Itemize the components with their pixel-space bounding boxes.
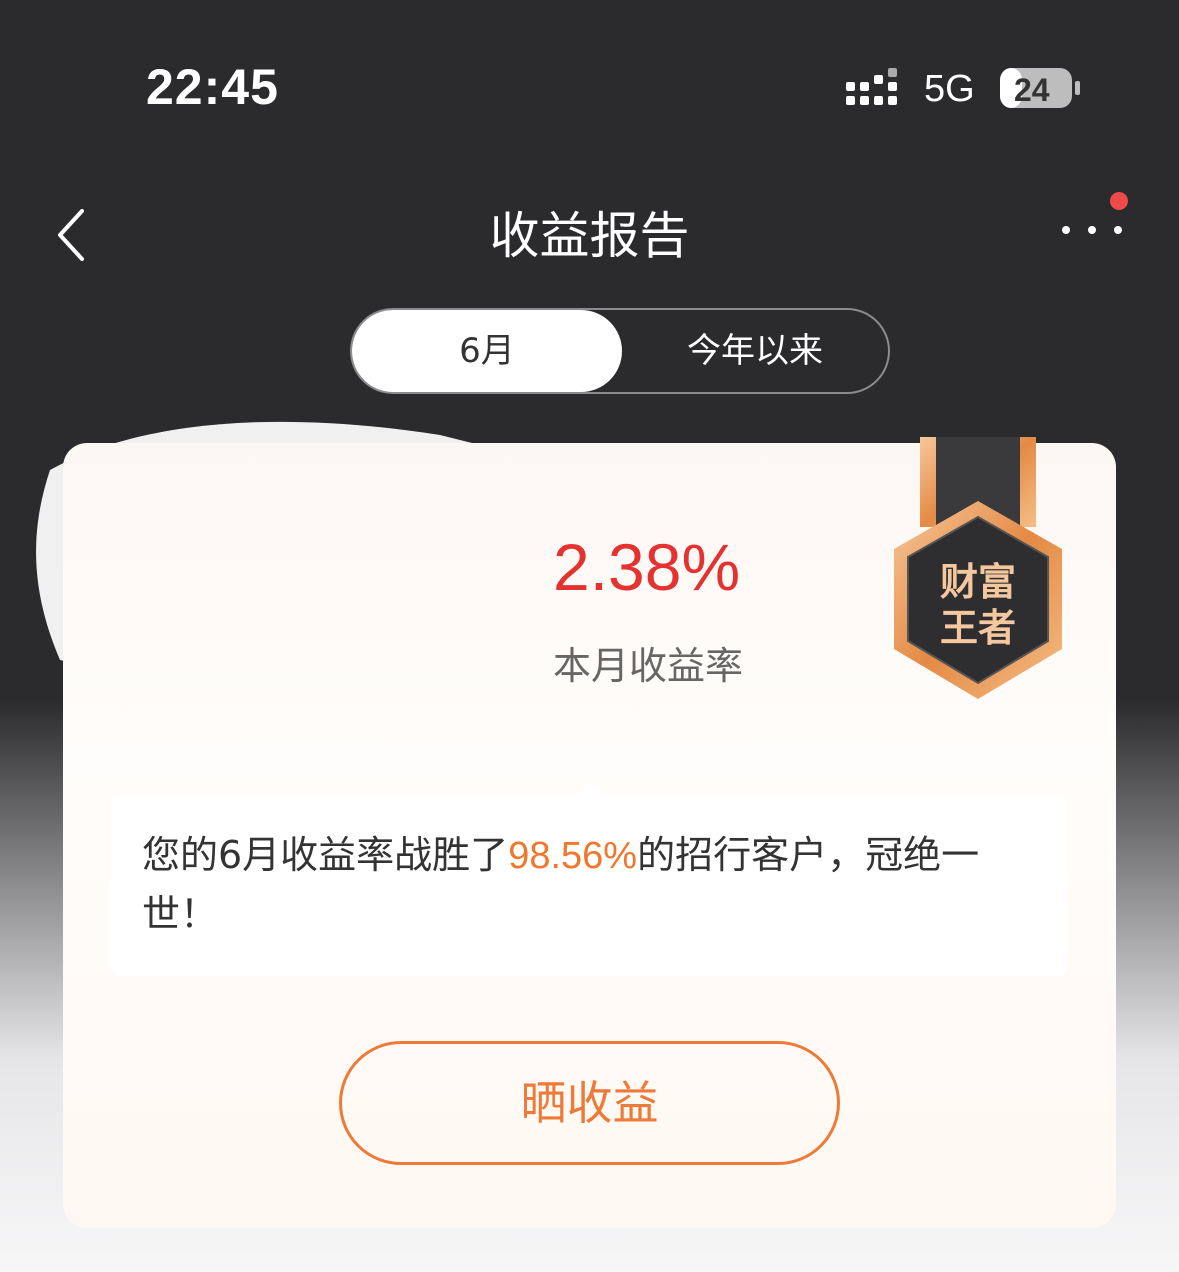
monthly-return-rate-label: 本月收益率 [553,644,744,688]
network-type: 5G [924,68,975,110]
nav-bar: 收益报告 [0,170,1179,290]
share-earnings-button[interactable]: 晒收益 [339,1041,840,1165]
more-dots-icon[interactable] [1056,218,1128,242]
status-bar: 22:45 5G 24 [0,0,1179,170]
tab-june[interactable]: 6月 [352,310,622,392]
period-tabs: 6月 今年以来 [350,308,890,394]
badge-line1: 财富 [940,560,1016,604]
page-title: 收益报告 [489,207,690,265]
tab-year-to-date[interactable]: 今年以来 [622,310,888,392]
ranking-message: 您的6月收益率战胜了98.56%的招行客户，冠绝一世！ [110,796,1068,976]
ranking-message-text: 您的6月收益率战胜了98.56%的招行客户，冠绝一世！ [142,826,1042,943]
battery-level: 24 [1014,72,1050,108]
message-prefix: 您的6月收益率战胜了 [142,833,509,877]
badge-line2: 王者 [940,606,1016,650]
status-time: 22:45 [146,59,279,115]
monthly-return-rate: 2.38% [553,530,741,604]
wealth-king-badge: 财富 王者 [894,437,1062,699]
signal-icon [846,68,897,105]
beat-percentage: 98.56% [508,835,638,877]
notification-dot [1110,192,1128,210]
